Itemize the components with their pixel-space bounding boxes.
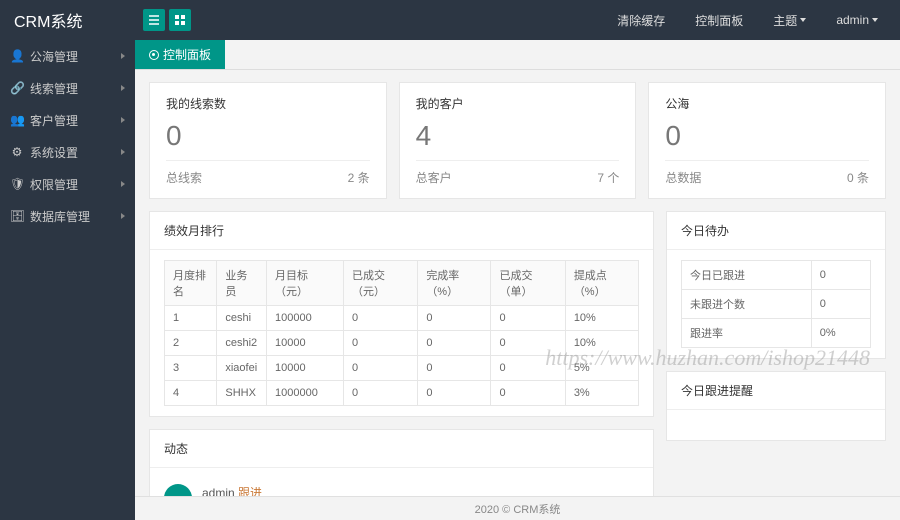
feed-user: admin xyxy=(202,486,235,496)
stat-card-0: 我的线索数 0 总线索 2 条 xyxy=(149,82,387,199)
table-header: 月目标（元） xyxy=(267,261,344,306)
sidebar-icon: ⚙ xyxy=(10,145,24,159)
chevron-right-icon xyxy=(121,53,125,59)
table-header: 提成点（%） xyxy=(565,261,638,306)
sidebar: 👤 公海管理 🔗 线索管理 👥 客户管理 ⚙ 系统设置 🛡 权限管理 🗄 数据库管理 xyxy=(0,40,135,520)
stat-card-2: 公海 0 总数据 0 条 xyxy=(648,82,886,199)
chevron-right-icon xyxy=(121,85,125,91)
chevron-down-icon xyxy=(800,18,806,22)
fullscreen-button[interactable] xyxy=(169,9,191,31)
chevron-right-icon xyxy=(121,117,125,123)
table-row: 未跟进个数0 xyxy=(682,290,871,319)
stat-value: 0 xyxy=(166,120,370,152)
sidebar-item-label: 权限管理 xyxy=(30,176,78,193)
sidebar-item-label: 数据库管理 xyxy=(30,208,90,225)
tab-dashboard[interactable]: 控制面板 xyxy=(135,40,225,69)
stat-foot-value: 7 个 xyxy=(597,169,619,186)
table-row: 1ceshi10000000010% xyxy=(165,306,639,331)
sidebar-item-label: 系统设置 xyxy=(30,144,78,161)
dashboard-link[interactable]: 控制面板 xyxy=(695,12,743,29)
sidebar-icon: 🗄 xyxy=(10,209,24,223)
stat-foot-value: 2 条 xyxy=(348,169,370,186)
clear-cache-link[interactable]: 清除缓存 xyxy=(617,12,665,29)
sidebar-item-3[interactable]: ⚙ 系统设置 xyxy=(0,136,135,168)
remind-panel: 今日跟进提醒 xyxy=(666,371,886,441)
stat-foot-label: 总线索 xyxy=(166,169,202,186)
theme-dropdown[interactable]: 主题 xyxy=(773,12,806,29)
tab-bar: 控制面板 xyxy=(135,40,900,70)
todo-table: 今日已跟进0未跟进个数0跟进率0% xyxy=(681,260,871,348)
todo-panel: 今日待办 今日已跟进0未跟进个数0跟进率0% xyxy=(666,211,886,359)
panel-title: 今日待办 xyxy=(667,212,885,250)
panel-title: 绩效月排行 xyxy=(150,212,653,250)
table-header: 完成率（%） xyxy=(418,261,491,306)
activity-panel: 动态 admin 跟进 跟进记录: 跟进时间：2021-07-07 16:46:… xyxy=(149,429,654,496)
feed-action[interactable]: 跟进 xyxy=(238,486,262,496)
menu-toggle-button[interactable] xyxy=(143,9,165,31)
sidebar-item-1[interactable]: 🔗 线索管理 xyxy=(0,72,135,104)
stat-value: 0 xyxy=(665,120,869,152)
sidebar-item-2[interactable]: 👥 客户管理 xyxy=(0,104,135,136)
panel-title: 今日跟进提醒 xyxy=(667,372,885,410)
sidebar-item-5[interactable]: 🗄 数据库管理 xyxy=(0,200,135,232)
stat-title: 我的线索数 xyxy=(166,95,370,112)
table-header: 已成交（单） xyxy=(491,261,565,306)
table-row: 跟进率0% xyxy=(682,319,871,348)
table-header: 业务员 xyxy=(217,261,267,306)
stat-foot-label: 总数据 xyxy=(665,169,701,186)
sidebar-item-label: 客户管理 xyxy=(30,112,78,129)
sidebar-item-4[interactable]: 🛡 权限管理 xyxy=(0,168,135,200)
ranking-table: 月度排名业务员月目标（元）已成交（元）完成率（%）已成交（单）提成点（%） 1c… xyxy=(164,260,639,406)
stat-title: 我的客户 xyxy=(416,95,620,112)
avatar xyxy=(164,484,192,496)
chevron-right-icon xyxy=(121,181,125,187)
ranking-panel: 绩效月排行 月度排名业务员月目标（元）已成交（元）完成率（%）已成交（单）提成点… xyxy=(149,211,654,417)
sidebar-icon: 🔗 xyxy=(10,81,24,95)
chevron-right-icon xyxy=(121,149,125,155)
stat-value: 4 xyxy=(416,120,620,152)
sidebar-icon: 🛡 xyxy=(10,177,24,191)
panel-title: 动态 xyxy=(150,430,653,468)
table-row: 3xiaofei100000005% xyxy=(165,356,639,381)
app-title: CRM系统 xyxy=(0,8,135,32)
feed-item: admin 跟进 跟进记录: 跟进时间：2021-07-07 16:46:12 xyxy=(164,478,639,496)
sidebar-item-label: 公海管理 xyxy=(30,48,78,65)
table-row: 2ceshi21000000010% xyxy=(165,331,639,356)
sidebar-icon: 👥 xyxy=(10,113,24,127)
target-icon xyxy=(149,50,159,60)
stat-title: 公海 xyxy=(665,95,869,112)
table-row: 4SHHX10000000003% xyxy=(165,381,639,406)
sidebar-icon: 👤 xyxy=(10,49,24,63)
sidebar-item-0[interactable]: 👤 公海管理 xyxy=(0,40,135,72)
stat-card-1: 我的客户 4 总客户 7 个 xyxy=(399,82,637,199)
tab-label: 控制面板 xyxy=(163,46,211,63)
user-dropdown[interactable]: admin xyxy=(836,13,878,27)
table-header: 已成交（元） xyxy=(343,261,417,306)
sidebar-item-label: 线索管理 xyxy=(30,80,78,97)
stat-foot-value: 0 条 xyxy=(847,169,869,186)
table-row: 今日已跟进0 xyxy=(682,261,871,290)
chevron-down-icon xyxy=(872,18,878,22)
stat-foot-label: 总客户 xyxy=(416,169,452,186)
chevron-right-icon xyxy=(121,213,125,219)
footer: 2020 © CRM系统 xyxy=(135,496,900,520)
table-header: 月度排名 xyxy=(165,261,217,306)
